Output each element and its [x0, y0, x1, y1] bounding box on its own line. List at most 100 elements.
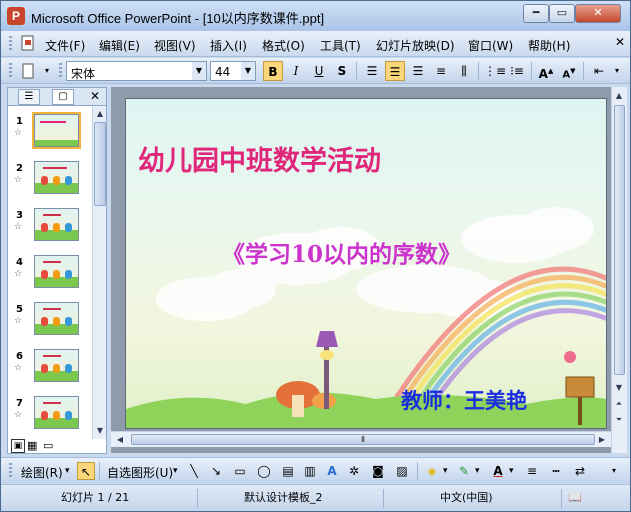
slideshow-view-icon[interactable]: ▭	[43, 439, 53, 452]
menu-tools[interactable]: 工具(T)	[320, 37, 361, 54]
slide-thumbnail[interactable]: 7 ☆	[8, 396, 92, 440]
editor-horizontal-scrollbar[interactable]: ◀ ⦀ ▶	[111, 431, 611, 447]
maximize-button[interactable]: ▭	[549, 4, 575, 23]
menu-insert[interactable]: 插入(I)	[210, 37, 247, 54]
chevron-down-icon[interactable]: ▼	[241, 62, 255, 80]
menu-close-doc-icon[interactable]: ✕	[615, 35, 625, 49]
current-slide[interactable]: 幼儿园中班数学活动 《学习10以内的序数》 教师：王美艳	[125, 98, 607, 429]
toolbar-options-chevron-icon[interactable]: ▾	[611, 61, 623, 81]
slide-subtitle[interactable]: 《学习10以内的序数》	[222, 235, 461, 269]
chevron-down-icon[interactable]: ▾	[509, 466, 514, 476]
toolbar-options-chevron-icon[interactable]: ▾	[41, 61, 53, 81]
bullets-icon[interactable]: ⁝≡	[507, 61, 527, 81]
slide-thumbnail[interactable]: 1 ☆	[8, 112, 92, 158]
chevron-down-icon[interactable]: ▾	[443, 466, 448, 476]
scroll-up-icon[interactable]: ▲	[612, 89, 626, 103]
decrease-indent-icon[interactable]: ⇤	[589, 61, 609, 81]
font-color-icon[interactable]: A	[489, 462, 507, 480]
increase-font-icon[interactable]: A▲	[536, 61, 556, 81]
scroll-up-icon[interactable]: ▲	[93, 107, 107, 121]
align-left-icon[interactable]: ☰	[362, 61, 382, 81]
slides-tab[interactable]: ▢	[52, 89, 74, 105]
menu-view[interactable]: 视图(V)	[154, 37, 196, 54]
line-style-icon[interactable]: ≡	[523, 462, 541, 480]
drawbar-grip[interactable]	[9, 463, 12, 479]
pane-scrollbar[interactable]: ▲ ▼	[92, 106, 106, 439]
slide-thumbnail[interactable]: 5 ☆	[8, 302, 92, 346]
chevron-down-icon[interactable]: ▾	[65, 466, 70, 476]
previous-slide-icon[interactable]: ⏶	[612, 397, 626, 411]
scroll-down-icon[interactable]: ▼	[93, 424, 107, 438]
new-document-icon[interactable]	[17, 61, 39, 81]
normal-view-icon[interactable]: ▣	[11, 439, 25, 453]
outline-tab[interactable]: ☰	[18, 89, 40, 105]
slide-thumbnail[interactable]: 2 ☆	[8, 161, 92, 205]
editor-vscroll-thumb[interactable]	[614, 105, 625, 375]
editor-hscroll-thumb[interactable]: ⦀	[131, 434, 595, 445]
align-center-icon[interactable]: ☰	[385, 61, 405, 81]
diagram-icon[interactable]: ✲	[345, 462, 363, 480]
select-pointer-icon[interactable]: ↖	[77, 462, 95, 480]
menu-grip[interactable]	[9, 36, 12, 52]
dash-style-icon[interactable]: ┅	[547, 462, 565, 480]
align-right-icon[interactable]: ☰	[408, 61, 428, 81]
toolbar-grip[interactable]	[9, 63, 12, 79]
line-color-icon[interactable]: ✎	[455, 462, 473, 480]
slide-thumbnail[interactable]: 4 ☆	[8, 255, 92, 299]
toolbar-options-chevron-icon[interactable]: ▾	[605, 462, 623, 480]
oval-icon[interactable]: ◯	[255, 462, 273, 480]
chevron-down-icon[interactable]: ▾	[475, 466, 480, 476]
slide-thumbnail-image[interactable]	[34, 302, 79, 335]
menu-file[interactable]: 文件(F)	[45, 37, 85, 54]
close-button[interactable]: ✕	[575, 4, 621, 23]
menu-edit[interactable]: 编辑(E)	[99, 37, 140, 54]
slide-sorter-icon[interactable]: ▦	[27, 439, 37, 452]
clipart-icon[interactable]: ◙	[369, 462, 387, 480]
slide-thumbnail-image[interactable]	[34, 208, 79, 241]
justify-icon[interactable]: ≡	[431, 61, 451, 81]
wordart-icon[interactable]: A	[323, 462, 341, 480]
minimize-button[interactable]: ━	[523, 4, 549, 23]
picture-icon[interactable]: ▨	[393, 462, 411, 480]
line-icon[interactable]: ╲	[185, 462, 203, 480]
fill-color-icon[interactable]: ◈	[423, 462, 441, 480]
font-name-select[interactable]: 宋体 ▼	[66, 61, 207, 81]
slide-teacher-name[interactable]: 教师：王美艳	[401, 385, 527, 415]
textbox-icon[interactable]: ▤	[279, 462, 297, 480]
slide-thumbnail-image[interactable]	[34, 349, 79, 382]
slide-thumbnail-image[interactable]	[34, 396, 79, 429]
slide-thumbnail-image[interactable]	[34, 161, 79, 194]
arrow-icon[interactable]: ↘	[207, 462, 225, 480]
scroll-down-icon[interactable]: ▼	[612, 381, 626, 395]
slide-thumbnail-image[interactable]	[34, 255, 79, 288]
shadow-button[interactable]: S	[332, 61, 352, 81]
italic-button[interactable]: I	[286, 61, 306, 81]
chevron-down-icon[interactable]: ▾	[173, 466, 178, 476]
distribute-icon[interactable]: ⫼	[454, 61, 474, 81]
arrow-style-icon[interactable]: ⇄	[571, 462, 589, 480]
slide-thumbnail[interactable]: 6 ☆	[8, 349, 92, 393]
spellcheck-book-icon[interactable]: 📖	[561, 489, 621, 508]
chevron-down-icon[interactable]: ▼	[192, 62, 206, 80]
draw-menu-button[interactable]: 绘图(R)	[21, 464, 63, 481]
menu-slideshow[interactable]: 幻灯片放映(D)	[376, 37, 455, 54]
pane-scroll-thumb[interactable]	[94, 122, 106, 206]
editor-vertical-scrollbar[interactable]: ▲ ▼ ⏶ ⏷	[611, 87, 627, 453]
powerpoint-app-icon[interactable]: P	[7, 7, 25, 25]
numbering-icon[interactable]: ⋮≡	[484, 61, 506, 81]
scroll-left-icon[interactable]: ◀	[113, 433, 127, 447]
bold-button[interactable]: B	[263, 61, 283, 81]
toolbar-grip-2[interactable]	[59, 63, 62, 79]
document-icon[interactable]	[19, 35, 37, 51]
vertical-textbox-icon[interactable]: ▥	[301, 462, 319, 480]
next-slide-icon[interactable]: ⏷	[612, 413, 626, 427]
autoshapes-menu-button[interactable]: 自选图形(U)	[107, 464, 173, 481]
font-size-select[interactable]: 44 ▼	[210, 61, 256, 81]
scroll-right-icon[interactable]: ▶	[595, 433, 609, 447]
underline-button[interactable]: U	[309, 61, 329, 81]
decrease-font-icon[interactable]: A▼	[559, 61, 579, 81]
slide-thumbnail-image[interactable]	[32, 112, 81, 149]
slide-title[interactable]: 幼儿园中班数学活动	[138, 139, 381, 178]
menu-help[interactable]: 帮助(H)	[528, 37, 570, 54]
rectangle-icon[interactable]: ▭	[231, 462, 249, 480]
